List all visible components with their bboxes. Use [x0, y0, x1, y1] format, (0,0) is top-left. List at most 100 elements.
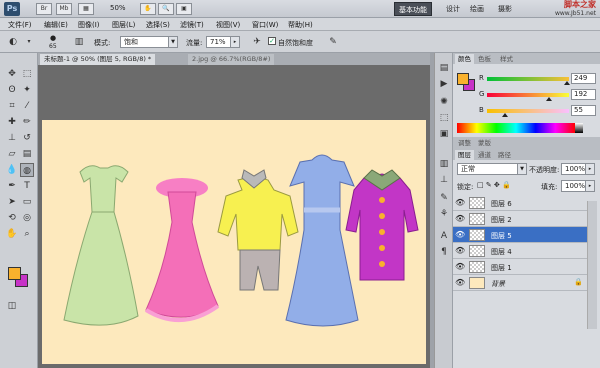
eye-icon[interactable]: 👁	[455, 198, 465, 207]
tab-styles[interactable]: 样式	[497, 54, 516, 64]
tab-document-2[interactable]: 2.jpg @ 66.7%(RGB/8#)	[188, 54, 275, 65]
tab-masks[interactable]: 蒙版	[475, 138, 494, 148]
zoom-icon[interactable]: ⌕	[20, 227, 34, 241]
clone-stamp-icon[interactable]: ⊥	[5, 131, 19, 145]
brush-presets-icon[interactable]: ▥	[437, 157, 451, 171]
black-white-ramp[interactable]	[575, 123, 583, 133]
notes-icon[interactable]: ⚘	[437, 207, 451, 221]
zoom-tool-icon[interactable]: 🔍	[158, 3, 174, 15]
tab-channels[interactable]: 通道	[475, 150, 494, 160]
healing-brush-icon[interactable]: ✚	[5, 115, 19, 129]
paragraph-panel-icon[interactable]: ¶	[437, 245, 451, 259]
3d-panel-icon[interactable]: ✺	[437, 95, 451, 109]
blue-slider[interactable]: B 55	[479, 105, 597, 117]
eye-icon[interactable]: 👁	[455, 246, 465, 255]
tab-document-1[interactable]: 未标题-1 @ 50% (图层 5, RGB/8) *	[40, 54, 156, 65]
layer-row-background[interactable]: 👁 背景 🔒	[453, 275, 587, 291]
gradient-tool-icon[interactable]: ▤	[20, 147, 34, 161]
menu-layer[interactable]: 图层(L)	[112, 20, 135, 30]
menu-view[interactable]: 视图(V)	[216, 20, 240, 30]
view-extras-icon[interactable]: ▦	[78, 3, 94, 15]
brush-tool-icon[interactable]: ✏	[20, 115, 34, 129]
eyedropper-icon[interactable]: ⁄	[20, 99, 34, 113]
dropdown-arrow-icon[interactable]: ▾	[22, 35, 36, 49]
eye-icon[interactable]: 👁	[455, 278, 465, 287]
color-spectrum[interactable]	[457, 123, 575, 133]
eraser-icon[interactable]: ▱	[5, 147, 19, 161]
sponge-tool-icon[interactable]: ◍	[20, 163, 34, 177]
panel-fg-swatch[interactable]	[457, 73, 469, 85]
brush-panel-icon[interactable]: ▥	[72, 35, 86, 49]
blend-mode-select[interactable]: 正常 ▼	[457, 163, 527, 175]
quick-mask-icon[interactable]: ◫	[5, 299, 19, 313]
menu-window[interactable]: 窗口(W)	[252, 20, 278, 30]
clone-source-icon[interactable]: ⊥	[437, 173, 451, 187]
hand-tool-icon[interactable]: ✋	[140, 3, 156, 15]
blue-value[interactable]: 55	[571, 105, 596, 116]
vibrance-checkbox[interactable]: ✓	[268, 37, 276, 45]
sponge-tool-preset-icon[interactable]: ◐	[6, 35, 20, 49]
menu-help[interactable]: 帮助(H)	[288, 20, 313, 30]
3d-orbit-icon[interactable]: ◎	[20, 211, 34, 225]
fill-input[interactable]: 100% ▸	[561, 180, 595, 192]
brush-preview[interactable]: ● 65	[44, 33, 64, 51]
menu-image[interactable]: 图像(I)	[78, 20, 100, 30]
lock-icons[interactable]: □ ✎ ✥ 🔒	[477, 181, 511, 189]
zoom-level[interactable]: 50%	[110, 4, 126, 12]
tool-presets-icon[interactable]: ✎	[437, 191, 451, 205]
blur-tool-icon[interactable]: 💧	[5, 163, 19, 177]
workspace-essentials[interactable]: 基本功能	[394, 2, 432, 16]
navigator-panel-icon[interactable]: ⬚	[437, 111, 451, 125]
pressure-icon[interactable]: ✎	[326, 35, 340, 49]
eye-icon[interactable]: 👁	[455, 214, 465, 223]
foreground-color-swatch[interactable]	[8, 267, 21, 280]
tab-color[interactable]: 颜色	[455, 54, 474, 64]
move-tool-icon[interactable]: ✥	[5, 67, 19, 81]
quick-select-icon[interactable]: ✦	[20, 83, 34, 97]
history-panel-icon[interactable]: ▤	[437, 61, 451, 75]
tab-layers[interactable]: 图层	[455, 150, 474, 160]
green-thumb[interactable]	[545, 97, 552, 101]
menu-filter[interactable]: 滤镜(T)	[180, 20, 204, 30]
info-panel-icon[interactable]: ▣	[437, 127, 451, 141]
tab-paths[interactable]: 路径	[495, 150, 514, 160]
3d-rotate-icon[interactable]: ⟲	[5, 211, 19, 225]
layer-row[interactable]: 👁 图层 1	[453, 259, 587, 275]
bridge-icon[interactable]: Br	[36, 3, 52, 15]
eye-icon[interactable]: 👁	[455, 230, 465, 239]
green-value[interactable]: 192	[571, 89, 596, 100]
lasso-tool-icon[interactable]: ʘ	[5, 83, 19, 97]
mini-bridge-icon[interactable]: Mb	[56, 3, 72, 15]
eye-icon[interactable]: 👁	[455, 262, 465, 271]
opacity-input[interactable]: 100% ▸	[561, 163, 595, 175]
layer-row[interactable]: 👁 图层 6	[453, 195, 587, 211]
history-brush-icon[interactable]: ↺	[20, 131, 34, 145]
menu-edit[interactable]: 编辑(E)	[44, 20, 68, 30]
tab-adjustments[interactable]: 调整	[455, 138, 474, 148]
flow-input[interactable]: 71% ▸	[206, 36, 240, 48]
crop-tool-icon[interactable]: ⌗	[5, 99, 19, 113]
path-select-icon[interactable]: ➤	[5, 195, 19, 209]
hand-icon[interactable]: ✋	[5, 227, 19, 241]
green-slider[interactable]: G 192	[479, 89, 597, 101]
type-tool-icon[interactable]: T	[20, 179, 34, 193]
layer-row-selected[interactable]: 👁 图层 5	[453, 227, 587, 243]
shape-tool-icon[interactable]: ▭	[20, 195, 34, 209]
canvas[interactable]	[42, 120, 426, 364]
layer-row[interactable]: 👁 图层 2	[453, 211, 587, 227]
menu-file[interactable]: 文件(F)	[8, 20, 32, 30]
workspace-design[interactable]: 设计	[442, 2, 464, 16]
layers-scrollbar[interactable]	[587, 201, 597, 329]
arrange-documents-icon[interactable]: ▣	[176, 3, 192, 15]
blue-thumb[interactable]	[501, 113, 508, 117]
tab-swatches[interactable]: 色板	[475, 54, 494, 64]
actions-panel-icon[interactable]: ▶	[437, 77, 451, 91]
workspace-photography[interactable]: 摄影	[494, 2, 516, 16]
menu-select[interactable]: 选择(S)	[146, 20, 170, 30]
mode-select[interactable]: 饱和 ▼	[120, 36, 178, 48]
marquee-tool-icon[interactable]: ⬚	[20, 67, 34, 81]
red-thumb[interactable]	[564, 81, 571, 85]
workspace-painting[interactable]: 绘画	[466, 2, 488, 16]
character-panel-icon[interactable]: A	[437, 229, 451, 243]
red-value[interactable]: 249	[571, 73, 596, 84]
